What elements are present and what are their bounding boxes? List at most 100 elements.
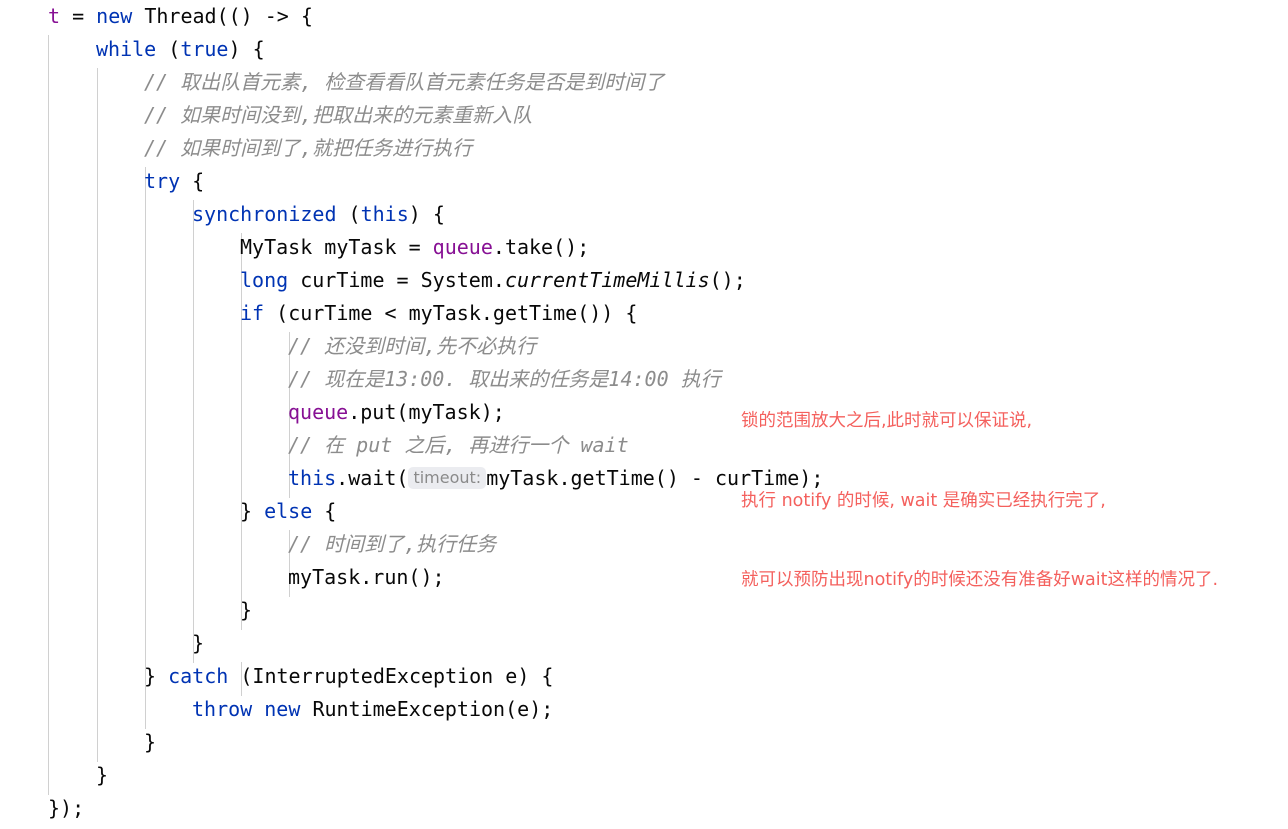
code-punctuation: . <box>348 400 361 424</box>
code-punctuation: . <box>492 268 505 292</box>
code-punctuation <box>493 664 505 688</box>
code-line[interactable]: // 取出队首元素, 检查看看队首元素任务是否是到时间了 <box>0 66 1288 99</box>
code-static-method: currentTimeMillis <box>504 268 710 292</box>
code-identifier: Thread <box>144 4 217 28</box>
code-punctuation: = <box>384 268 421 292</box>
code-punctuation: = <box>396 235 433 259</box>
code-comment: // 在 put 之后, 再进行一个 wait <box>288 433 629 457</box>
code-line[interactable]: long curTime = System.currentTimeMillis(… <box>0 264 1288 297</box>
code-editor-canvas[interactable]: t = new Thread(() -> {while (true) {// 取… <box>0 0 1288 829</box>
code-punctuation: < <box>372 301 409 325</box>
code-field: queue <box>288 400 349 424</box>
code-punctuation: } <box>96 763 109 787</box>
code-punctuation <box>300 697 312 721</box>
code-line[interactable]: MyTask myTask = queue.take(); <box>0 231 1288 264</box>
code-keyword: true <box>180 37 229 61</box>
code-punctuation: (); <box>709 268 746 292</box>
code-keyword: if <box>240 301 265 325</box>
code-punctuation: ()) { <box>577 301 638 325</box>
code-line[interactable]: if (curTime < myTask.getTime()) { <box>0 297 1288 330</box>
code-identifier: MyTask <box>240 235 313 259</box>
code-line[interactable]: // 如果时间到了,就把任务进行执行 <box>0 132 1288 165</box>
code-identifier: put <box>360 400 397 424</box>
code-keyword: new <box>96 4 133 28</box>
code-comment: // 还没到时间,先不必执行 <box>288 334 537 358</box>
code-punctuation: ( <box>396 400 409 424</box>
code-punctuation: }); <box>48 796 85 820</box>
code-field: queue <box>432 235 493 259</box>
code-line[interactable]: while (true) { <box>0 33 1288 66</box>
code-punctuation: () - <box>654 466 715 490</box>
code-field: t <box>48 4 61 28</box>
code-identifier: run <box>372 565 409 589</box>
code-punctuation: } <box>240 499 265 523</box>
code-punctuation <box>132 4 144 28</box>
code-comment: // 如果时间没到,把取出来的元素重新入队 <box>144 103 533 127</box>
code-identifier: myTask <box>486 466 559 490</box>
code-comment: // 如果时间到了,就把任务进行执行 <box>144 136 473 160</box>
code-punctuation <box>252 697 264 721</box>
code-identifier: InterruptedException <box>252 664 494 688</box>
code-line[interactable]: } <box>0 726 1288 759</box>
code-punctuation: ) { <box>228 37 265 61</box>
code-punctuation: { <box>312 499 337 523</box>
code-identifier: take <box>504 235 554 259</box>
annotation-line-3: 就可以预防出现notify的时候还没有准备好wait这样的情况了. <box>741 570 1219 590</box>
code-punctuation: (); <box>408 565 445 589</box>
code-comment: // 时间到了,执行任务 <box>288 532 497 556</box>
code-punctuation: = <box>60 4 97 28</box>
annotation-line-2: 执行 notify 的时候, wait 是确实已经执行完了, <box>741 490 1106 511</box>
code-punctuation: ( <box>336 202 361 226</box>
code-identifier: curTime <box>300 268 385 292</box>
code-identifier: System <box>420 268 493 292</box>
code-line[interactable]: }); <box>0 792 1288 825</box>
code-keyword: long <box>240 268 289 292</box>
code-line[interactable]: } catch (InterruptedException e) { <box>0 660 1288 693</box>
code-punctuation: . <box>492 235 505 259</box>
code-keyword: while <box>96 37 157 61</box>
code-punctuation: . <box>360 565 373 589</box>
code-identifier: getTime <box>570 466 655 490</box>
code-punctuation: . <box>558 466 571 490</box>
code-punctuation: } <box>144 730 157 754</box>
code-line[interactable]: throw new RuntimeException(e); <box>0 693 1288 726</box>
code-punctuation: ( <box>156 37 181 61</box>
code-keyword: new <box>264 697 301 721</box>
red-annotation-note: 锁的范围放大之后,此时就可以保证说, 执行 notify 的时候, wait 是… <box>741 355 1218 647</box>
code-identifier: getTime <box>492 301 578 325</box>
code-comment: // 现在是13:00. 取出来的任务是14:00 执行 <box>288 367 721 391</box>
code-punctuation: } <box>240 598 253 622</box>
code-keyword: try <box>144 169 181 193</box>
code-line[interactable]: try { <box>0 165 1288 198</box>
inlay-hint-timeout: timeout: <box>408 467 487 489</box>
code-punctuation: ( <box>396 466 409 490</box>
code-punctuation: ) { <box>517 664 554 688</box>
code-punctuation: ( <box>264 301 289 325</box>
code-identifier: myTask <box>288 565 361 589</box>
code-punctuation: . <box>336 466 349 490</box>
code-identifier: curTime <box>288 301 373 325</box>
code-comment: // 取出队首元素, 检查看看队首元素任务是否是到时间了 <box>144 70 665 94</box>
code-punctuation: } <box>192 631 205 655</box>
code-keyword: synchronized <box>192 202 337 226</box>
code-punctuation: ) { <box>408 202 445 226</box>
code-keyword: throw <box>192 697 253 721</box>
code-identifier: myTask <box>324 235 397 259</box>
code-line[interactable]: // 如果时间没到,把取出来的元素重新入队 <box>0 99 1288 132</box>
code-keyword: this <box>288 466 337 490</box>
code-punctuation: ( <box>228 664 253 688</box>
code-keyword: catch <box>168 664 229 688</box>
code-punctuation: ); <box>529 697 554 721</box>
code-line[interactable]: } <box>0 759 1288 792</box>
code-punctuation: ( <box>505 697 518 721</box>
code-identifier: e <box>505 664 518 688</box>
code-punctuation <box>288 268 300 292</box>
code-identifier: wait <box>348 466 397 490</box>
code-punctuation: . <box>480 301 493 325</box>
code-keyword: else <box>264 499 313 523</box>
code-punctuation: (); <box>553 235 590 259</box>
code-line[interactable]: synchronized (this) { <box>0 198 1288 231</box>
code-line[interactable]: t = new Thread(() -> { <box>0 0 1288 33</box>
code-identifier: myTask <box>408 400 481 424</box>
code-identifier: e <box>517 697 530 721</box>
